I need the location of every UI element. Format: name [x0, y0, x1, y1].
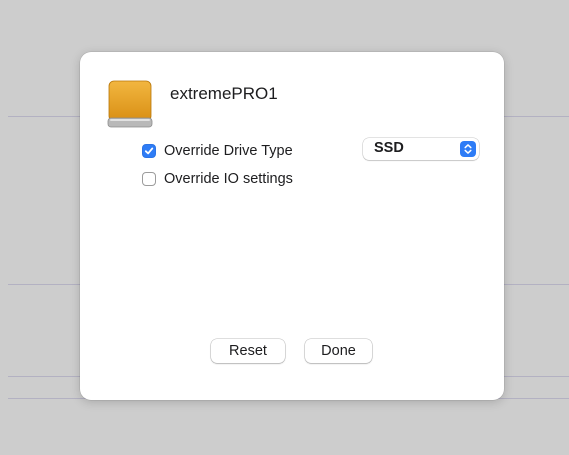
- reset-button[interactable]: Reset: [211, 339, 285, 363]
- external-drive-icon: [107, 80, 153, 128]
- drive-type-value: SSD: [374, 140, 404, 156]
- done-button[interactable]: Done: [305, 339, 372, 363]
- drive-type-select[interactable]: SSD: [363, 138, 479, 160]
- drive-name: extremePRO1: [170, 84, 278, 103]
- override-io-settings-option[interactable]: Override IO settings: [142, 170, 293, 188]
- override-drive-type-option[interactable]: Override Drive Type: [142, 142, 293, 160]
- override-io-settings-checkbox[interactable]: [142, 172, 156, 186]
- up-down-chevron-icon: [460, 141, 476, 157]
- override-drive-type-label: Override Drive Type: [164, 143, 293, 159]
- override-io-settings-label: Override IO settings: [164, 171, 293, 187]
- checkmark-icon: [144, 147, 154, 155]
- override-drive-type-checkbox[interactable]: [142, 144, 156, 158]
- drive-settings-dialog: extremePRO1 Override Drive Type Override…: [80, 52, 504, 400]
